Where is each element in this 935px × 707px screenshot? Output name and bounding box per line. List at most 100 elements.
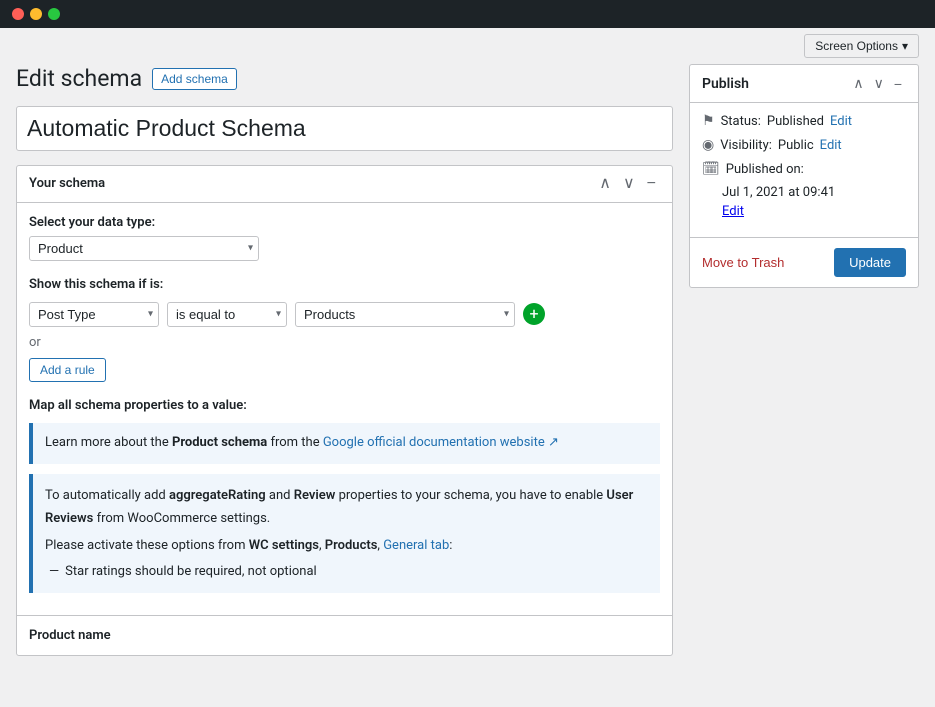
general-tab-text: General tab xyxy=(383,538,449,553)
warning-line-1: To automatically add aggregateRating and… xyxy=(45,484,648,531)
info-text-pre: Learn more about the xyxy=(45,435,172,450)
published-label: Published on: xyxy=(726,162,804,177)
publish-header-controls: ∧ ∨ − xyxy=(849,73,906,94)
google-docs-link-text: Google official documentation website xyxy=(323,435,545,450)
bullet-dash: — xyxy=(49,560,59,583)
metabox-controls: ∧ ∨ − xyxy=(595,174,660,194)
top-bar: Screen Options ▾ xyxy=(0,28,935,64)
aggregate-rating-warning-box: To automatically add aggregateRating and… xyxy=(29,474,660,594)
post-type-select[interactable]: Post Type Category Tag xyxy=(29,302,159,327)
warning-activate-text: Please activate these options from xyxy=(45,538,249,553)
map-properties-heading: Map all schema properties to a value: xyxy=(29,398,660,413)
metabox-down-button[interactable]: ∨ xyxy=(619,174,639,194)
status-icon: ⚑ xyxy=(702,113,715,129)
window-close-dot[interactable] xyxy=(12,8,24,20)
main-content: Edit schema Add schema Your schema ∧ ∨ xyxy=(0,64,935,707)
published-on-row: 🗓 Published on: xyxy=(702,161,906,177)
page-title: Edit schema xyxy=(16,64,142,94)
publish-title: Publish xyxy=(702,76,749,92)
status-label: Status: xyxy=(721,114,761,129)
external-link-icon: ↗ xyxy=(548,435,559,450)
warning-products: Products xyxy=(325,538,378,553)
warning-enable-text: properties to your schema, you have to e… xyxy=(335,488,606,503)
your-schema-metabox-header[interactable]: Your schema ∧ ∨ − xyxy=(17,166,672,203)
publish-body: ⚑ Status: Published Edit ◉ Visibility: P… xyxy=(690,103,918,237)
publish-up-button[interactable]: ∧ xyxy=(849,73,867,94)
title-bar xyxy=(0,0,935,28)
chevron-down-icon: ∨ xyxy=(623,175,635,192)
plus-icon: + xyxy=(529,306,538,322)
status-row: ⚑ Status: Published Edit xyxy=(702,113,906,129)
value-select-wrapper: Products Posts Pages ▾ xyxy=(295,302,515,327)
published-value: Jul 1, 2021 at 09:41 xyxy=(722,185,835,200)
visibility-value: Public xyxy=(778,138,814,153)
bullet-text: Star ratings should be required, not opt… xyxy=(65,560,317,583)
status-edit-text: Edit xyxy=(830,114,852,129)
screen-options-label: Screen Options xyxy=(815,39,898,53)
operator-select-wrapper: is equal to is not equal to contains doe… xyxy=(167,302,287,327)
screen-options-arrow-icon: ▾ xyxy=(902,39,908,53)
post-type-select-wrapper: Post Type Category Tag ▾ xyxy=(29,302,159,327)
warning-and-text: and xyxy=(266,488,294,503)
visibility-edit-text: Edit xyxy=(820,138,842,153)
general-tab-link[interactable]: General tab xyxy=(383,538,449,553)
warning-from-text: from WooCommerce settings. xyxy=(93,511,270,526)
show-schema-label: Show this schema if is: xyxy=(29,277,660,292)
product-name-label: Product name xyxy=(29,628,111,643)
your-schema-title: Your schema xyxy=(29,176,105,191)
operator-select[interactable]: is equal to is not equal to contains doe… xyxy=(167,302,287,327)
your-schema-body: Select your data type: Product Article E… xyxy=(17,203,672,615)
published-edit-link[interactable]: Edit xyxy=(722,204,744,219)
visibility-icon: ◉ xyxy=(702,137,714,153)
product-name-section: Product name xyxy=(17,615,672,655)
info-text-bold: Product schema xyxy=(172,435,267,450)
move-to-trash-button[interactable]: Move to Trash xyxy=(702,255,784,270)
your-schema-metabox: Your schema ∧ ∨ − Select you xyxy=(16,165,673,656)
publish-header: Publish ∧ ∨ − xyxy=(690,65,918,103)
visibility-row: ◉ Visibility: Public Edit xyxy=(702,137,906,153)
info-text-mid: from the xyxy=(267,435,323,450)
window-maximize-dot[interactable] xyxy=(48,8,60,20)
map-properties-section: Map all schema properties to a value: Le… xyxy=(29,398,660,593)
or-separator: or xyxy=(29,335,660,350)
condition-rule-row: Post Type Category Tag ▾ is equal to is … xyxy=(29,302,660,327)
publish-metabox: Publish ∧ ∨ − ⚑ Status: Published Edit xyxy=(689,64,919,288)
right-panel: Publish ∧ ∨ − ⚑ Status: Published Edit xyxy=(689,64,919,691)
screen-options-button[interactable]: Screen Options ▾ xyxy=(804,34,919,58)
published-edit-text: Edit xyxy=(722,204,744,219)
published-date-row: Jul 1, 2021 at 09:41 xyxy=(722,185,906,200)
page-wrapper: Screen Options ▾ Edit schema Add schema … xyxy=(0,28,935,707)
value-select[interactable]: Products Posts Pages xyxy=(295,302,515,327)
bullet-item-star-rating: — Star ratings should be required, not o… xyxy=(45,560,648,583)
product-schema-info-box: Learn more about the Product schema from… xyxy=(29,423,660,464)
update-button[interactable]: Update xyxy=(834,248,906,277)
status-edit-link[interactable]: Edit xyxy=(830,114,852,129)
chevron-up-icon: ∧ xyxy=(599,175,611,192)
publish-collapse-button[interactable]: − xyxy=(890,73,906,94)
add-schema-button[interactable]: Add schema xyxy=(152,68,237,90)
warning-review: Review xyxy=(294,488,336,503)
add-condition-icon-button[interactable]: + xyxy=(523,303,545,325)
schema-title-input[interactable] xyxy=(16,106,673,151)
window-minimize-dot[interactable] xyxy=(30,8,42,20)
metabox-collapse-button[interactable]: − xyxy=(643,174,660,194)
data-type-select[interactable]: Product Article Event FAQ HowTo LocalBus… xyxy=(29,236,259,261)
status-value: Published xyxy=(767,114,824,129)
data-type-select-wrapper: Product Article Event FAQ HowTo LocalBus… xyxy=(29,236,259,261)
warning-line-2: Please activate these options from WC se… xyxy=(45,534,648,557)
left-panel: Edit schema Add schema Your schema ∧ ∨ xyxy=(16,64,673,691)
publish-down-button[interactable]: ∨ xyxy=(870,73,888,94)
warning-aggregate-rating: aggregateRating xyxy=(169,488,266,503)
publish-footer: Move to Trash Update xyxy=(690,237,918,287)
collapse-icon: − xyxy=(647,175,656,192)
page-heading: Edit schema Add schema xyxy=(16,64,673,94)
visibility-label: Visibility: xyxy=(720,138,772,153)
warning-pre-text: To automatically add xyxy=(45,488,169,503)
add-rule-button[interactable]: Add a rule xyxy=(29,358,106,382)
data-type-label: Select your data type: xyxy=(29,215,660,230)
visibility-edit-link[interactable]: Edit xyxy=(820,138,842,153)
calendar-icon: 🗓 xyxy=(702,161,720,177)
google-docs-link[interactable]: Google official documentation website ↗ xyxy=(323,435,559,450)
warning-colon: : xyxy=(449,538,452,553)
metabox-up-button[interactable]: ∧ xyxy=(595,174,615,194)
